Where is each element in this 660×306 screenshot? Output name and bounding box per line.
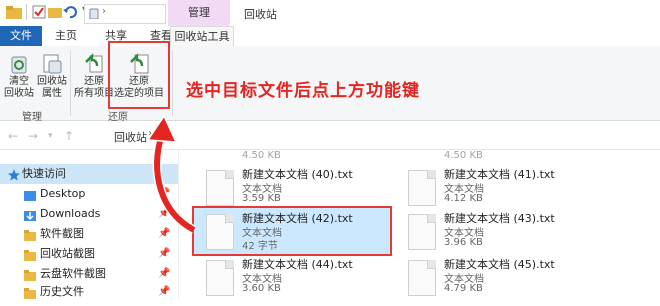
partial-file-size-right: 4.50 KB (444, 150, 483, 161)
text-file-icon (408, 260, 436, 296)
file-item-43[interactable]: 新建文本文档 (43).txt 文本文档 3.96 KB (404, 210, 594, 254)
empty-bin-icon (8, 52, 30, 74)
folder-icon (24, 268, 36, 281)
tab-recycle-bin-tools[interactable]: 回收站工具 (170, 26, 234, 48)
ribbon-group-divider-2 (172, 50, 173, 116)
file-size: 3.96 KB (444, 237, 483, 248)
folder-icon (24, 286, 36, 299)
pin-icon[interactable]: 📌 (158, 244, 170, 264)
empty-bin-label-2: 回收站 (4, 88, 34, 99)
folder-icon (24, 228, 36, 241)
star-icon (8, 168, 20, 181)
new-folder-qat-icon[interactable] (48, 5, 62, 22)
nav-item-cloud-screenshots[interactable]: 云盘软件截图 📌 (0, 264, 178, 284)
file-item-40[interactable]: 新建文本文档 (40).txt 文本文档 3.59 KB (202, 166, 392, 210)
nav-item-label: 软件截图 (40, 227, 84, 240)
nav-item-label: 回收站截图 (40, 247, 95, 260)
recent-dropdown-icon[interactable]: ▾ (48, 131, 53, 141)
app-folder-icon (6, 5, 22, 22)
download-folder-icon (24, 208, 36, 221)
back-arrow-icon[interactable]: ← (8, 129, 18, 143)
nav-item-label: 快速访问 (22, 167, 66, 180)
up-arrow-icon[interactable]: ↑ (64, 129, 74, 143)
path-separator: › (102, 6, 106, 17)
partial-file-size-left: 4.50 KB (242, 150, 281, 161)
desktop-folder-icon (24, 188, 36, 201)
bin-properties-label-2: 属性 (42, 88, 62, 99)
bin-properties-icon (41, 52, 63, 74)
restore-group-label: 还原 (108, 112, 128, 123)
empty-recycle-bin-button[interactable]: 清空 回收站 (2, 50, 36, 100)
nav-item-recycle-screenshots[interactable]: 回收站截图 📌 (0, 244, 178, 264)
file-size: 4.79 KB (444, 283, 483, 294)
text-file-icon (408, 214, 436, 250)
folder-icon (24, 248, 36, 261)
nav-item-label: Desktop (40, 187, 86, 200)
nav-item-label: 历史文件 (40, 285, 84, 298)
file-size: 3.59 KB (242, 193, 281, 204)
ribbon-group-divider (70, 50, 71, 116)
instruction-annotation: 选中目标文件后点上方功能键 (186, 81, 420, 101)
text-file-icon (206, 260, 234, 296)
empty-bin-label-1: 清空 (9, 76, 29, 87)
text-file-icon (408, 170, 436, 206)
tab-file[interactable]: 文件 (0, 26, 42, 46)
manage-group-label: 管理 (22, 112, 42, 123)
pin-icon[interactable]: 📌 (158, 282, 170, 302)
address-path-box[interactable]: › (84, 4, 166, 24)
recycle-bin-properties-button[interactable]: 回收站 属性 (34, 50, 70, 100)
undo-icon[interactable] (62, 4, 78, 23)
file-size: 4.12 KB (444, 193, 483, 204)
window-title: 回收站 (244, 8, 277, 21)
forward-arrow-icon[interactable]: → (28, 129, 38, 143)
file-item-45[interactable]: 新建文本文档 (45).txt 文本文档 4.79 KB (404, 256, 594, 299)
ribbon-tab-row: 文件 主页 共享 查看 回收站工具 (0, 26, 660, 48)
file-item-44[interactable]: 新建文本文档 (44).txt 文本文档 3.60 KB (202, 256, 392, 299)
address-bar: ← → ▾ ↑ (0, 123, 660, 150)
qat-divider (26, 4, 27, 20)
tab-home[interactable]: 主页 (44, 26, 88, 46)
nav-item-label: Downloads (40, 207, 101, 220)
file-item-41[interactable]: 新建文本文档 (41).txt 文本文档 4.12 KB (404, 166, 594, 210)
file-size: 3.60 KB (242, 283, 281, 294)
nav-item-label: 云盘软件截图 (40, 267, 106, 280)
restore-all-icon (83, 52, 105, 74)
context-tab-group-label: 管理 (188, 6, 210, 19)
context-tab-group-manage: 管理 (168, 0, 230, 26)
instruction-curved-arrow-icon (146, 114, 197, 234)
bin-properties-label-1: 回收站 (37, 76, 67, 87)
recycle-bin-small-icon (88, 7, 100, 22)
nav-item-history-files[interactable]: 历史文件 📌 (0, 282, 178, 302)
properties-check-icon[interactable] (32, 5, 46, 22)
restore-button-highlight-box (108, 41, 170, 109)
pin-icon[interactable]: 📌 (158, 264, 170, 284)
